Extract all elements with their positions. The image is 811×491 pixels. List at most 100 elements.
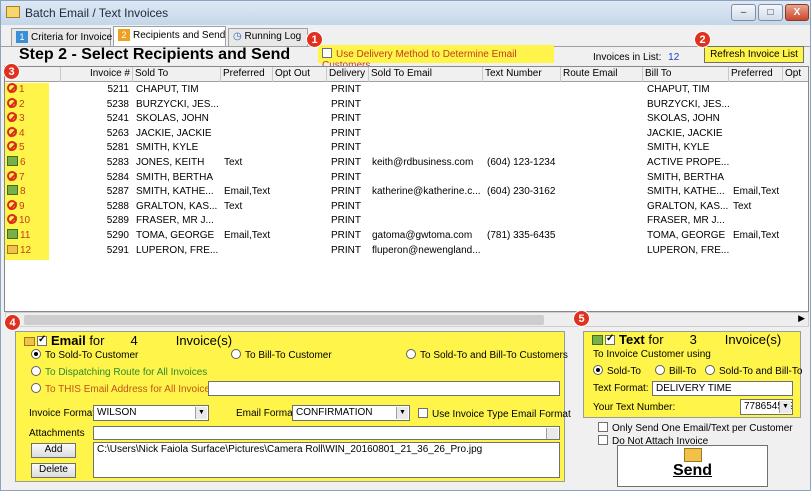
cell-del[interactable]: PRINT [331,229,369,243]
cell-inv[interactable]: 5263 [61,127,129,141]
close-button[interactable]: X [785,4,809,21]
radio-icon[interactable] [655,365,665,375]
cell-bill[interactable]: LUPERON, FRE... [647,244,731,258]
attachments-toolbar[interactable] [93,426,560,440]
tab-recipients[interactable]: 2 Recipients and Send [113,26,226,46]
cell-text[interactable] [487,112,561,126]
cell-sold[interactable]: SKOLAS, JOHN [136,112,222,126]
cell-bill[interactable]: BURZYCKI, JES... [647,98,731,112]
radio-icon[interactable] [31,366,41,376]
cell-text[interactable]: (604) 230-3162 [487,185,561,199]
cell-bill[interactable]: TOMA, GEORGE [647,229,731,243]
chevron-down-icon[interactable]: ▼ [396,407,408,419]
cell-email[interactable]: keith@rdbusiness.com [372,156,484,170]
cell-text[interactable] [487,141,561,155]
radio-icon[interactable] [593,365,603,375]
email-opt-both[interactable]: To Sold-To and Bill-To Customers [406,349,568,361]
col-header-text-number[interactable]: Text Number [483,67,561,82]
col-header-sold-to-email[interactable]: Sold To Email [369,67,483,82]
table-row[interactable]: 5 5281 SMITH, KYLE PRINT SMITH, KYLE [5,141,808,156]
cell-email[interactable] [372,214,484,228]
cell-sold[interactable]: SMITH, KATHE... [136,185,222,199]
text-opt-both[interactable]: Sold-To and Bill-To [705,365,802,377]
only-one-checkbox[interactable]: Only Send One Email/Text per Customer [598,422,793,434]
cell-text[interactable]: (604) 123-1234 [487,156,561,170]
cell-inv[interactable]: 5281 [61,141,129,155]
invoice-format-select[interactable]: WILSON ▼ [93,405,209,421]
cell-text[interactable] [487,83,561,97]
cell-sold[interactable]: TOMA, GEORGE [136,229,222,243]
cell-bpref[interactable] [733,98,783,112]
row-status[interactable]: 6 [7,156,51,170]
cell-text[interactable] [487,200,561,214]
minimize-button[interactable]: – [731,4,756,21]
cell-email[interactable]: fluperon@newengland... [372,244,484,258]
text-enable-checkbox[interactable] [605,333,615,345]
email-opt-this-address[interactable]: To THIS Email Address for All Invoices [31,383,215,395]
cell-pref[interactable] [224,98,274,112]
checkbox-icon[interactable] [598,435,608,445]
checkbox-icon[interactable] [322,48,332,58]
cell-del[interactable]: PRINT [331,141,369,155]
cell-del[interactable]: PRINT [331,112,369,126]
table-row[interactable]: 2 5238 BURZYCKI, JES... PRINT BURZYCKI, JES.… [5,97,808,113]
cell-bpref[interactable]: Email,Text [733,185,783,199]
cell-pref[interactable] [224,112,274,126]
cell-sold[interactable]: BURZYCKI, JES... [136,98,222,112]
attachment-path[interactable]: C:\Users\Nick Faiola Surface\Pictures\Ca… [97,444,482,455]
radio-icon[interactable] [31,349,41,359]
cell-sold[interactable]: JACKIE, JACKIE [136,127,222,141]
cell-sold[interactable]: FRASER, MR J... [136,214,222,228]
chevron-down-icon[interactable]: ▼ [779,401,791,413]
email-opt-sold-to[interactable]: To Sold-To Customer [31,349,138,361]
scroll-thumb[interactable] [24,315,544,325]
table-row[interactable]: 9 5288 GRALTON, KAS... Text PRINT GRALTON, KA… [5,199,808,215]
checkbox-icon[interactable] [418,408,428,418]
cell-pref[interactable]: Email,Text [224,229,274,243]
row-status[interactable]: 8 [7,185,51,199]
chevron-down-icon[interactable] [546,428,558,439]
col-header-route-email[interactable]: Route Email [561,67,643,82]
radio-icon[interactable] [231,349,241,359]
refresh-invoice-list-button[interactable]: Refresh Invoice List [704,46,804,63]
cell-pref[interactable]: Text [224,156,274,170]
tab-running-log[interactable]: ◷ Running Log [228,28,308,46]
cell-bpref[interactable] [733,141,783,155]
cell-del[interactable]: PRINT [331,98,369,112]
cell-inv[interactable]: 5211 [61,83,129,97]
col-header-delivery[interactable]: Delivery [327,67,369,82]
row-status[interactable]: 4 [7,126,51,141]
cell-sold[interactable]: SMITH, KYLE [136,141,222,155]
cell-sold[interactable]: JONES, KEITH [136,156,222,170]
radio-icon[interactable] [31,383,41,393]
delivery-method-checkbox[interactable]: Use Delivery Method to Determine Email C… [318,45,554,71]
cell-bpref[interactable] [733,112,783,126]
cell-inv[interactable]: 5290 [61,229,129,243]
cell-email[interactable] [372,171,484,185]
row-status[interactable]: 7 [7,170,51,185]
add-attachment-button[interactable]: Add [31,443,76,458]
table-row[interactable]: 10 5289 FRASER, MR J... PRINT FRASER, MR J..… [5,214,808,229]
cell-bill[interactable]: FRASER, MR J... [647,214,731,228]
tab-criteria[interactable]: 1 Criteria for Invoice [11,28,112,46]
cell-inv[interactable]: 5288 [61,200,129,214]
cell-text[interactable] [487,98,561,112]
cell-bill[interactable]: SMITH, KYLE [647,141,731,155]
cell-email[interactable] [372,200,484,214]
cell-pref[interactable]: Text [224,200,274,214]
cell-bpref[interactable] [733,171,783,185]
chevron-down-icon[interactable]: ▼ [195,407,207,419]
cell-bill[interactable]: SKOLAS, JOHN [647,112,731,126]
cell-bill[interactable]: SMITH, KATHE... [647,185,731,199]
cell-bill[interactable]: GRALTON, KAS... [647,200,731,214]
row-status[interactable]: 1 [7,83,51,97]
this-email-address-input[interactable] [208,381,560,396]
cell-inv[interactable]: 5291 [61,244,129,258]
cell-bpref[interactable] [733,214,783,228]
table-row[interactable]: 12 5291 LUPERON, FRE... PRINT fluperon@newen… [5,244,808,259]
table-row[interactable]: 8 5287 SMITH, KATHE... Email,Text PRINT kathe… [5,185,808,200]
col-header-sold-to[interactable]: Sold To [133,67,221,82]
row-status[interactable]: 9 [7,199,51,214]
cell-sold[interactable]: LUPERON, FRE... [136,244,222,258]
table-row[interactable]: 6 5283 JONES, KEITH Text PRINT keith@rdbusine… [5,156,808,171]
